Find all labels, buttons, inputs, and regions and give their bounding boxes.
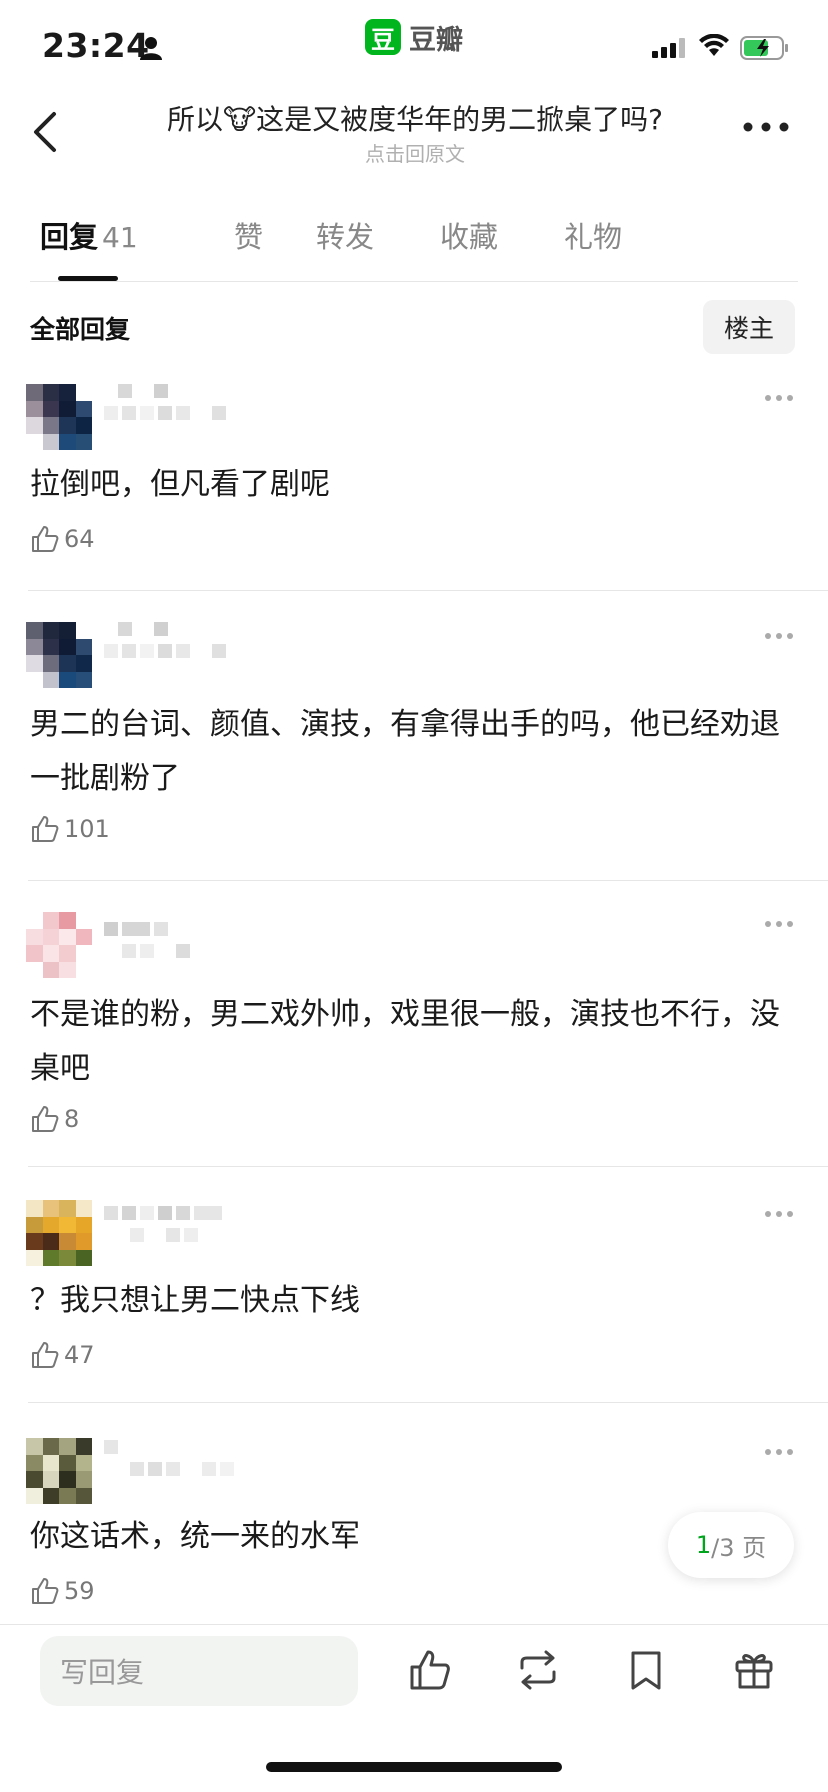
app-name: 豆瓣 <box>409 24 463 56</box>
tab-gifts[interactable]: 礼物 <box>564 214 654 256</box>
comment-more-icon[interactable] <box>764 1447 794 1457</box>
comment-like-button[interactable]: 101 <box>30 814 110 844</box>
comment-more-icon[interactable] <box>764 631 794 641</box>
page-indicator[interactable]: 1/3 页 <box>668 1512 794 1578</box>
username-blurred[interactable] <box>104 384 244 424</box>
bookmark-icon[interactable] <box>624 1648 668 1692</box>
gift-icon[interactable] <box>732 1648 776 1692</box>
like-count: 101 <box>64 815 110 843</box>
battery-icon <box>740 36 788 60</box>
more-options-icon[interactable] <box>742 116 790 138</box>
wifi-icon <box>699 34 729 56</box>
tab-likes[interactable]: 赞 <box>234 214 316 256</box>
thumb-up-icon <box>32 1342 59 1368</box>
divider <box>28 590 828 591</box>
status-time: 23:24 <box>42 26 150 65</box>
home-indicator[interactable] <box>266 1762 562 1772</box>
comment-like-button[interactable]: 8 <box>30 1104 79 1134</box>
douban-logo-icon: 豆 <box>365 19 401 55</box>
avatar[interactable] <box>26 1438 92 1504</box>
tab-replies[interactable]: 回复 41 <box>40 214 190 256</box>
username-blurred[interactable] <box>104 1206 244 1246</box>
op-only-button[interactable]: 楼主 <box>703 300 795 354</box>
tab-replies-count: 41 <box>102 221 138 254</box>
avatar[interactable] <box>26 1200 92 1266</box>
person-icon <box>140 37 162 60</box>
comment-text: 拉倒吧，但凡看了剧呢 <box>30 467 330 502</box>
total-pages: /3 页 <box>711 1533 767 1562</box>
avatar[interactable] <box>26 384 92 450</box>
signal-icon <box>652 38 685 58</box>
app-brand: 豆 豆瓣 <box>365 18 463 56</box>
reply-input[interactable]: 写回复 <box>40 1636 358 1706</box>
tab-replies-label: 回复 <box>40 220 99 254</box>
divider <box>30 281 798 282</box>
username-blurred[interactable] <box>104 622 244 662</box>
username-blurred[interactable] <box>104 922 244 962</box>
username-blurred[interactable] <box>104 1440 244 1480</box>
back-arrow-icon[interactable] <box>30 108 60 156</box>
comment-like-button[interactable]: 64 <box>30 524 95 554</box>
avatar[interactable] <box>26 912 92 978</box>
comment-like-button[interactable]: 47 <box>30 1340 95 1370</box>
divider <box>0 1624 828 1625</box>
like-count: 59 <box>64 1577 95 1605</box>
thumb-up-icon <box>32 1106 59 1132</box>
comment-more-icon[interactable] <box>764 919 794 929</box>
status-bar: 23:24 豆 豆瓣 <box>0 0 828 90</box>
tab-reposts[interactable]: 转发 <box>316 214 440 256</box>
current-page: 1 <box>695 1531 712 1559</box>
thumb-up-icon <box>32 526 59 552</box>
back-to-post-link[interactable]: 点击回原文 <box>130 138 700 167</box>
divider <box>28 1166 828 1167</box>
avatar[interactable] <box>26 622 92 688</box>
thumb-up-icon <box>32 816 59 842</box>
comment-like-button[interactable]: 59 <box>30 1576 95 1606</box>
like-count: 47 <box>64 1341 95 1369</box>
tab-collections[interactable]: 收藏 <box>440 214 564 256</box>
post-title[interactable]: 所以🐮这是又被度华年的男二掀桌了吗? <box>130 98 700 138</box>
tab-bar: 回复 41 赞 转发 收藏 礼物 <box>40 214 654 256</box>
thumb-up-icon <box>32 1578 59 1604</box>
like-count: 64 <box>64 525 95 553</box>
like-count: 8 <box>64 1105 80 1133</box>
all-replies-heading: 全部回复 <box>30 315 131 344</box>
like-icon[interactable] <box>408 1648 452 1692</box>
comment-more-icon[interactable] <box>764 393 794 403</box>
comment-text: 不是谁的粉，男二戏外帅，戏里很一般，演技也不行，没桌吧 <box>30 997 780 1086</box>
comment-more-icon[interactable] <box>764 1209 794 1219</box>
divider <box>28 880 828 881</box>
comment-text: 男二的台词、颜值、演技，有拿得出手的吗，他已经劝退一批剧粉了 <box>30 707 780 796</box>
repost-icon[interactable] <box>516 1648 560 1692</box>
comment-text: ？我只想让男二快点下线 <box>30 1283 360 1318</box>
divider <box>28 1402 828 1403</box>
